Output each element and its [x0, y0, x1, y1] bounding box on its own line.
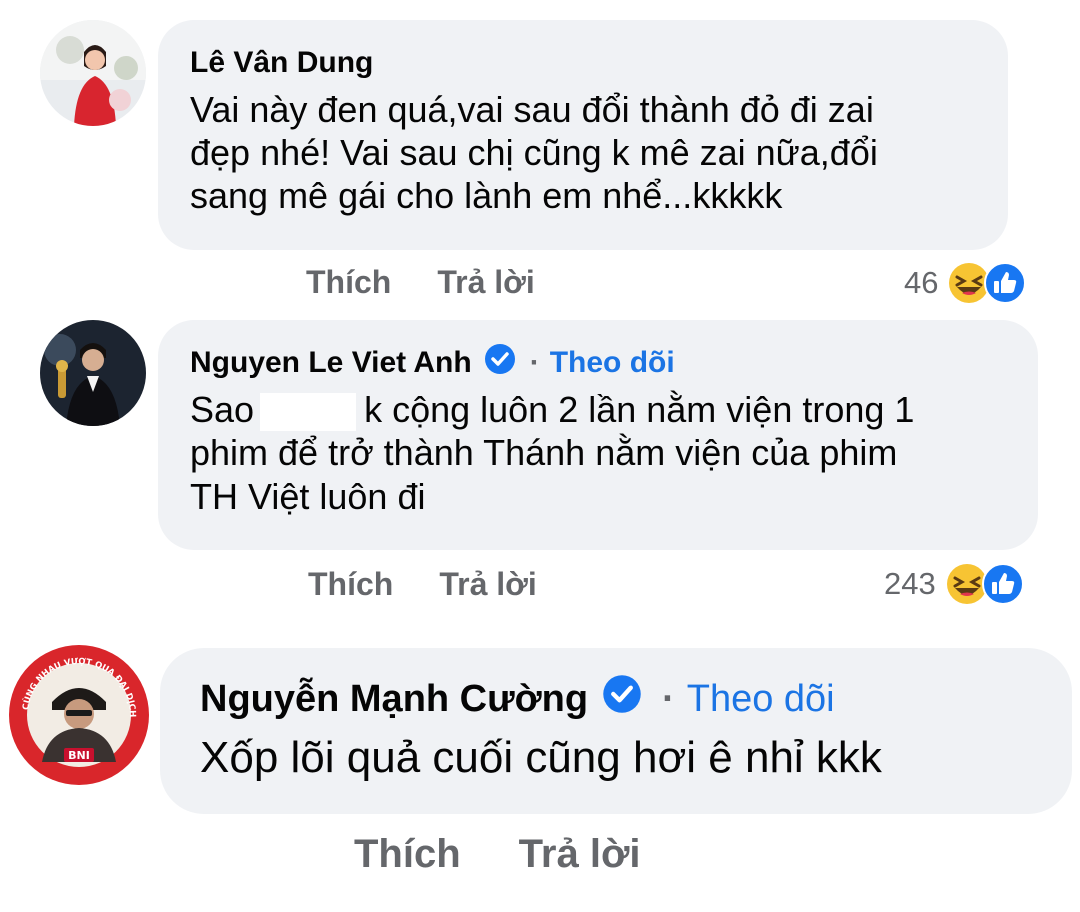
comment-author[interactable]: Lê Vân Dung [190, 42, 976, 84]
comment-author: Nguyen Le Viet Anh · Theo dõi [190, 342, 1006, 384]
verified-badge-icon [602, 674, 642, 724]
comment-text-line: Sao k cộng luôn 2 lần nằm viện trong 1 [190, 388, 1006, 432]
comment-bubble: Lê Vân Dung Vai này đen quá,vai sau đổi … [158, 20, 1008, 250]
reaction-count: 46 [904, 265, 939, 300]
separator-dot: · [662, 677, 675, 720]
avatar-photo [40, 320, 146, 426]
comment-text: Vai này đen quá,vai sau đổi thành đỏ đi … [190, 88, 976, 218]
like-button[interactable]: Thích [308, 566, 393, 603]
comment-text-line: Vai này đen quá,vai sau đổi thành đỏ đi … [190, 89, 874, 130]
comment-actions: Thích Trả lời [354, 832, 641, 877]
comment-bubble: Nguyễn Mạnh Cường · Theo dõi Xốp lõi quả… [160, 648, 1072, 814]
reaction-count: 243 [884, 566, 936, 601]
author-name[interactable]: Lê Vân Dung [190, 46, 373, 80]
avatar[interactable] [40, 20, 146, 126]
comment-text-line: sang mê gái cho lành em nhể...kkkkk [190, 175, 783, 217]
follow-button[interactable]: Theo dõi [687, 678, 835, 721]
like-icon [984, 262, 1027, 304]
separator-dot: · [529, 346, 540, 379]
author-name[interactable]: Nguyen Le Viet Anh [190, 346, 472, 380]
like-icon [981, 563, 1024, 605]
reply-button[interactable]: Trả lời [439, 566, 536, 603]
comment-text-segment: Sao [190, 389, 255, 430]
comment-text-line: phim để trở thành Thánh nằm viện của phi… [190, 432, 898, 474]
follow-button[interactable]: Theo dõi [550, 346, 675, 380]
comment-text: Sao k cộng luôn 2 lần nằm viện trong 1 ph… [190, 388, 1006, 518]
avatar[interactable] [40, 320, 146, 426]
reaction-summary[interactable]: 46 [904, 262, 1027, 304]
verified-badge-icon [484, 343, 516, 383]
reply-button[interactable]: Trả lời [437, 264, 534, 301]
comment-author: Nguyễn Mạnh Cường · Theo dõi [200, 672, 1032, 726]
comment-text-line: Xốp lõi quả cuối cũng hơi ê nhỉ kkk [200, 733, 882, 782]
author-name[interactable]: Nguyễn Mạnh Cường [200, 678, 588, 721]
comment-actions: Thích Trả lời [308, 566, 537, 603]
avatar[interactable]: CÙNG NHAU VƯỢT QUA ĐẠI DỊCH COVID BNI [8, 644, 150, 786]
redaction-box [260, 393, 357, 432]
like-button[interactable]: Thích [306, 264, 391, 301]
comment-text-line: TH Việt luôn đi [190, 475, 426, 517]
avatar-photo: CÙNG NHAU VƯỢT QUA ĐẠI DỊCH COVID BNI [8, 644, 149, 785]
comment-actions: Thích Trả lời [306, 264, 535, 301]
bni-badge-text: BNI [68, 749, 90, 762]
comment-bubble: Nguyen Le Viet Anh · Theo dõi Sao k cộng … [158, 320, 1038, 550]
avatar-photo [40, 20, 146, 126]
comment-text-segment: k cộng luôn 2 lần nằm viện trong 1 [364, 389, 915, 430]
comment-text: Xốp lõi quả cuối cũng hơi ê nhỉ kkk [200, 732, 1032, 785]
reaction-summary[interactable]: 243 [884, 563, 1024, 605]
reply-button[interactable]: Trả lời [519, 832, 641, 877]
like-button[interactable]: Thích [354, 832, 461, 877]
comment-text-line: đẹp nhé! Vai sau chị cũng k mê zai nữa,đ… [190, 132, 878, 174]
